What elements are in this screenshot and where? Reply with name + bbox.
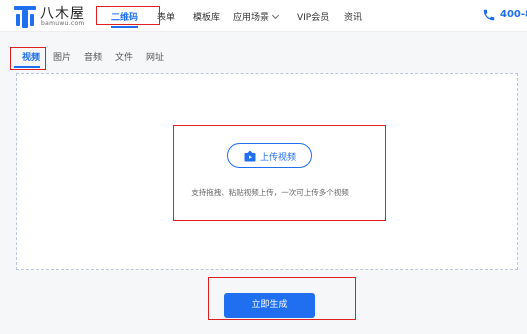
phone-icon (483, 9, 495, 21)
tab-image[interactable]: 图片 (53, 50, 71, 63)
brand-domain: bamuwu.com (41, 20, 85, 27)
upload-video-label: 上传视频 (260, 153, 297, 163)
nav-item-news[interactable]: 资讯 (344, 10, 362, 23)
nav-item-qrcode[interactable]: 二维码 (111, 10, 139, 28)
upload-drop-zone[interactable] (16, 73, 518, 270)
logo-mark-icon (14, 6, 36, 28)
nav-item-vip[interactable]: VIP会员 (297, 10, 329, 23)
nav-item-scenarios-label: 应用场景 (233, 13, 270, 23)
tab-audio[interactable]: 音频 (84, 50, 102, 63)
tab-url[interactable]: 网址 (146, 50, 164, 63)
tab-file[interactable]: 文件 (115, 50, 133, 63)
nav-item-form[interactable]: 表单 (157, 10, 175, 23)
generate-button[interactable]: 立即生成 (224, 293, 315, 318)
top-nav-bar: 八木屋 bamuwu.com 二维码 表单 模板库 应用场景 VIP会员 资讯 … (0, 0, 527, 32)
nav-item-templates[interactable]: 模板库 (193, 10, 220, 23)
brand-logo[interactable]: 八木屋 bamuwu.com (14, 5, 94, 29)
nav-item-scenarios[interactable]: 应用场景 (233, 10, 280, 23)
content-type-tabs: 视频 图片 音频 文件 网址 (0, 46, 527, 68)
upload-video-button[interactable]: 上传视频 (227, 143, 312, 168)
active-tab-indicator (14, 66, 40, 68)
upload-hint: 支持拖拽、粘贴视频上传，一次可上传多个视频 (191, 188, 349, 197)
phone-number[interactable]: 400-8 (500, 9, 527, 20)
video-upload-icon (244, 150, 256, 162)
chevron-down-icon (271, 11, 280, 20)
tab-video[interactable]: 视频 (22, 50, 40, 63)
